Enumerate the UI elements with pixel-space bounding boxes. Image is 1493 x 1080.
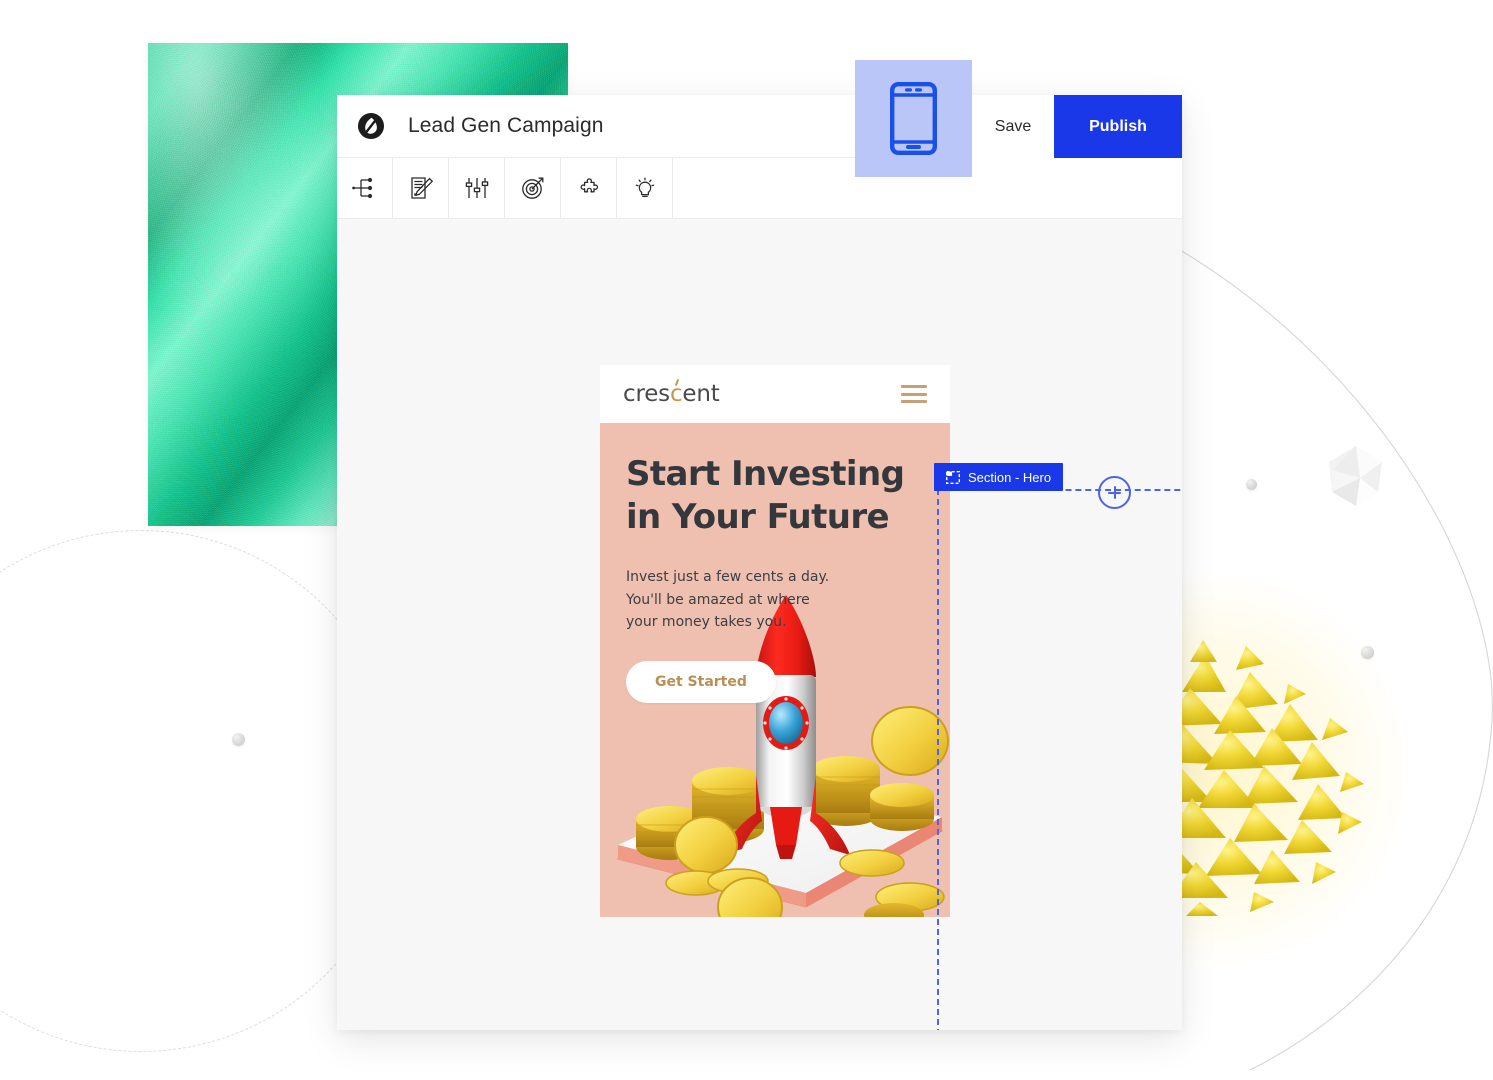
section-badge[interactable]: Section - Hero — [934, 463, 1064, 491]
toolbar-button-content[interactable] — [393, 158, 449, 218]
mobile-phone-icon — [890, 82, 937, 155]
toolbar-button-settings[interactable] — [449, 158, 505, 218]
get-started-button[interactable]: Get Started — [626, 661, 776, 704]
toolbar-button-page-flow[interactable] — [337, 158, 393, 218]
editor-toolbar — [337, 158, 1182, 219]
sitemap-icon — [351, 177, 372, 199]
hero-content: Start Investing in Your Future Invest ju… — [600, 423, 950, 704]
add-section-above-button[interactable] — [1098, 476, 1131, 509]
puzzle-icon — [580, 178, 598, 193]
site-logo-prefix: cres — [623, 381, 670, 407]
save-button[interactable]: Save — [972, 95, 1054, 158]
editor-canvas: Section - Hero crescent Start Investing … — [337, 219, 1182, 1030]
toolbar-button-tips[interactable] — [617, 158, 673, 218]
hamburger-menu-icon[interactable] — [901, 385, 927, 403]
site-header: crescent — [600, 365, 950, 423]
mobile-preview-toggle[interactable] — [855, 60, 972, 177]
page-preview: crescent Start Investing in Your Future … — [600, 365, 950, 917]
hero-headline: Start Investing in Your Future — [626, 454, 905, 537]
toolbar-button-integrations[interactable] — [561, 158, 617, 218]
lightbulb-icon — [635, 177, 654, 198]
sliders-icon — [465, 178, 488, 198]
section-badge-label: Section - Hero — [968, 469, 1052, 485]
sphere-dot-decoration — [232, 733, 245, 746]
site-logo-suffix: ent — [682, 381, 720, 407]
target-icon — [521, 177, 543, 199]
publish-button[interactable]: Publish — [1054, 95, 1182, 158]
coin-stack-right — [812, 706, 949, 831]
section-frame-icon — [946, 470, 960, 484]
site-logo[interactable]: crescent — [623, 381, 720, 407]
page-title: Lead Gen Campaign — [408, 114, 604, 137]
app-window: Lead Gen Campaign Section - Hero crescen… — [337, 95, 1182, 1030]
site-logo-accent: c — [669, 381, 683, 407]
hero-subtext: Invest just a few cents a day. You'll be… — [626, 569, 830, 631]
unbounce-logo-icon — [358, 113, 384, 139]
toolbar-button-targeting[interactable] — [505, 158, 561, 218]
white-icosahedron-decoration — [1329, 446, 1382, 506]
hero-section: Start Investing in Your Future Invest ju… — [600, 423, 950, 917]
header-actions: Save Publish — [972, 95, 1182, 158]
page-edit-icon — [410, 177, 433, 199]
section-selection-outline — [937, 489, 1182, 1030]
